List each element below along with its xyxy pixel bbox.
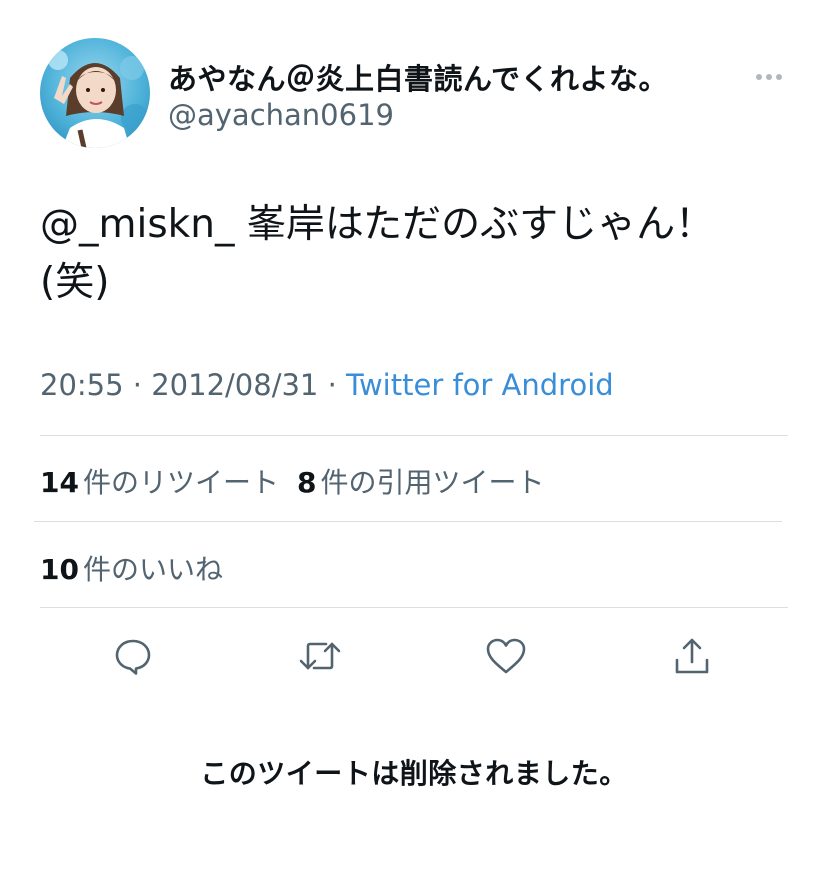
divider <box>40 435 788 436</box>
share-icon <box>675 638 709 674</box>
quotes-stat[interactable]: 8 件の引用ツイート <box>297 466 545 499</box>
tweet-meta: 20:55 · 2012/08/31 · Twitter for Android <box>40 368 614 402</box>
more-dots-icon <box>756 74 782 80</box>
like-button[interactable] <box>478 628 534 684</box>
tweet-text-line2: (笑) <box>40 260 110 305</box>
tweet-time: 20:55 <box>40 368 124 402</box>
user-avatar-photo <box>40 38 150 148</box>
more-options-button[interactable] <box>754 68 784 80</box>
share-button[interactable] <box>664 628 720 684</box>
quotes-count: 8 <box>296 466 317 499</box>
user-avatar[interactable] <box>40 38 150 148</box>
retweet-icon <box>299 642 341 670</box>
tweet-text-line1: 峯岸はただのぶすじゃん！ <box>234 202 715 247</box>
tweet-source-link[interactable]: Twitter for Android <box>346 368 614 402</box>
deleted-tweet-notice: このツイートは削除されました。 <box>200 757 628 790</box>
divider <box>34 521 782 522</box>
tweet-text: @_miskn_ 峯岸はただのぶすじゃん！ (笑) <box>40 196 790 312</box>
retweets-stat[interactable]: 14 件のリツイート <box>40 466 279 499</box>
heart-icon <box>486 638 526 674</box>
tweet-date: 2012/08/31 <box>151 368 319 402</box>
likes-count: 10 <box>40 553 79 586</box>
likes-label: 件のいいね <box>82 553 223 586</box>
retweet-button[interactable] <box>292 628 348 684</box>
retweet-stats-row: 14 件のリツイート 8 件の引用ツイート <box>40 461 562 501</box>
divider <box>40 607 788 608</box>
tweet-header: あやなん＠炎上白書読んでくれよな。 @ayachan0619 <box>40 38 790 150</box>
author-display-name[interactable]: あやなん＠炎上白書読んでくれよな。 <box>168 56 668 98</box>
quotes-label: 件の引用ツイート <box>320 466 545 499</box>
likes-stat[interactable]: 10 件のいいね <box>40 553 223 586</box>
reply-button[interactable] <box>105 628 161 684</box>
meta-separator: · <box>123 368 152 402</box>
tweet-mention[interactable]: @_miskn_ <box>40 202 234 247</box>
retweets-count: 14 <box>40 466 79 499</box>
author-handle[interactable]: @ayachan0619 <box>168 98 394 132</box>
likes-stats-row: 10 件のいいね <box>40 548 241 588</box>
tweet-actions-bar <box>0 628 828 684</box>
retweets-label: 件のリツイート <box>82 466 279 499</box>
meta-separator: · <box>318 368 347 402</box>
reply-bubble-icon <box>115 639 151 675</box>
